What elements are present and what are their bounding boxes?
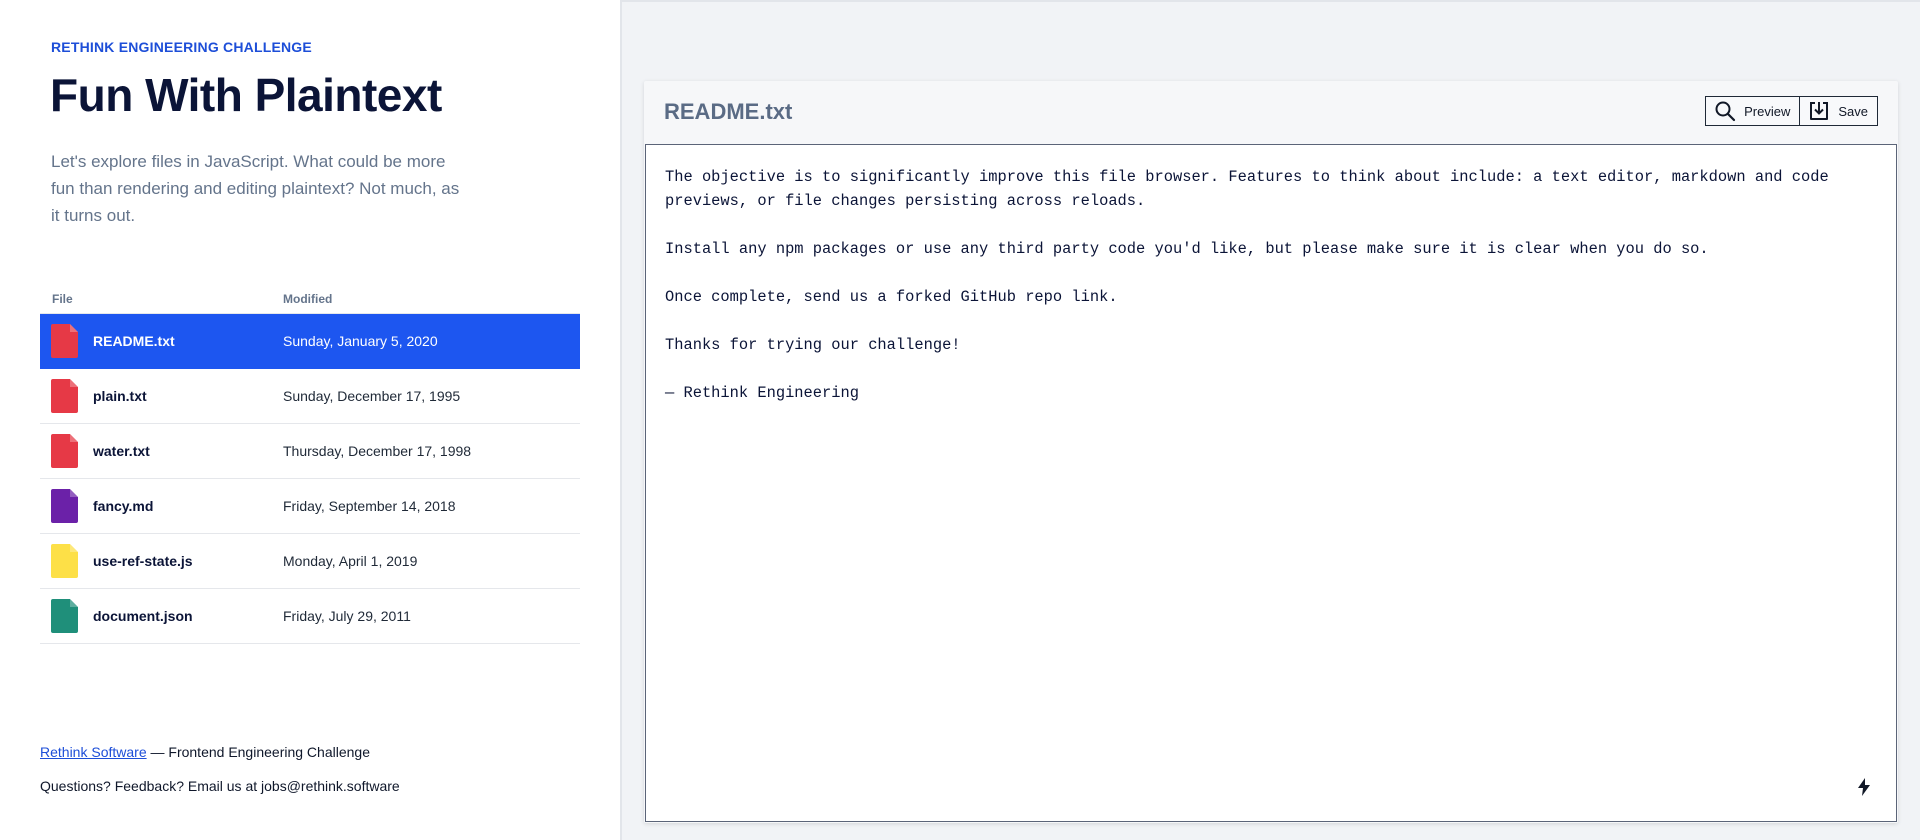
viewer-pane: README.txt Preview Save The objective is… bbox=[620, 0, 1920, 840]
file-name: use-ref-state.js bbox=[93, 553, 193, 569]
preview-button-label: Preview bbox=[1744, 103, 1791, 119]
preview-button[interactable]: Preview bbox=[1705, 96, 1801, 126]
file-name: document.json bbox=[93, 608, 193, 624]
search-icon bbox=[1715, 101, 1736, 122]
app: RETHINK ENGINEERING CHALLENGE Fun With P… bbox=[0, 0, 1920, 840]
file-cell: fancy.md bbox=[40, 489, 283, 523]
table-row[interactable]: plain.txt Sunday, December 17, 1995 bbox=[40, 369, 580, 424]
file-cell: water.txt bbox=[40, 434, 283, 468]
file-icon bbox=[51, 544, 78, 578]
column-header-modified: Modified bbox=[283, 291, 333, 306]
file-modified-date: Thursday, December 17, 1998 bbox=[283, 443, 472, 459]
file-modified-date: Friday, September 14, 2018 bbox=[283, 498, 456, 514]
file-icon bbox=[51, 434, 78, 468]
file-cell: plain.txt bbox=[40, 379, 283, 413]
lightning-icon[interactable] bbox=[1853, 773, 1875, 801]
viewer-header: README.txt Preview Save bbox=[644, 81, 1898, 143]
table-row[interactable]: use-ref-state.js Monday, April 1, 2019 bbox=[40, 534, 580, 589]
file-icon bbox=[51, 599, 78, 633]
viewer-toolbar: Preview Save bbox=[1705, 96, 1878, 126]
table-header: File Modified bbox=[40, 284, 580, 314]
footer-contact: Questions? Feedback? Email us at jobs@re… bbox=[40, 778, 400, 794]
table-row[interactable]: document.json Friday, July 29, 2011 bbox=[40, 589, 580, 644]
file-name: plain.txt bbox=[93, 388, 147, 404]
file-icon bbox=[51, 379, 78, 413]
table-row[interactable]: fancy.md Friday, September 14, 2018 bbox=[40, 479, 580, 534]
save-button-label: Save bbox=[1838, 103, 1868, 119]
file-name: water.txt bbox=[93, 443, 150, 459]
footer-tagline: — Frontend Engineering Challenge bbox=[146, 744, 370, 760]
table-body: README.txt Sunday, January 5, 2020 plain.t… bbox=[40, 314, 580, 644]
file-modified-date: Friday, July 29, 2011 bbox=[283, 608, 411, 624]
file-cell: README.txt bbox=[40, 324, 283, 358]
file-cell: document.json bbox=[40, 599, 283, 633]
file-cell: use-ref-state.js bbox=[40, 544, 283, 578]
footer-credit: Rethink Software — Frontend Engineering … bbox=[40, 744, 400, 760]
table-row[interactable]: water.txt Thursday, December 17, 1998 bbox=[40, 424, 580, 479]
file-name: fancy.md bbox=[93, 498, 154, 514]
file-icon bbox=[51, 324, 78, 358]
intro-text: Let's explore files in JavaScript. What … bbox=[51, 152, 460, 225]
sidebar: RETHINK ENGINEERING CHALLENGE Fun With P… bbox=[0, 0, 620, 840]
download-icon bbox=[1810, 102, 1829, 120]
file-content-editor[interactable] bbox=[645, 144, 1897, 822]
file-table: File Modified README.txt Sunday, January … bbox=[40, 284, 580, 644]
eyebrow: RETHINK ENGINEERING CHALLENGE bbox=[51, 39, 312, 55]
file-modified-date: Sunday, December 17, 1995 bbox=[283, 388, 461, 404]
rethink-software-link[interactable]: Rethink Software bbox=[40, 744, 147, 760]
page-title: Fun With Plaintext bbox=[50, 69, 442, 121]
file-viewer: README.txt Preview Save The objective is… bbox=[644, 81, 1898, 823]
file-name: README.txt bbox=[93, 333, 175, 349]
file-icon bbox=[51, 489, 78, 523]
file-modified-date: Sunday, January 5, 2020 bbox=[283, 333, 438, 349]
viewer-title: README.txt bbox=[664, 99, 793, 124]
file-modified-date: Monday, April 1, 2019 bbox=[283, 553, 418, 569]
footer: Rethink Software — Frontend Engineering … bbox=[40, 744, 400, 794]
table-row[interactable]: README.txt Sunday, January 5, 2020 bbox=[40, 314, 580, 369]
column-header-file: File bbox=[52, 291, 73, 306]
save-button[interactable]: Save bbox=[1800, 96, 1878, 126]
